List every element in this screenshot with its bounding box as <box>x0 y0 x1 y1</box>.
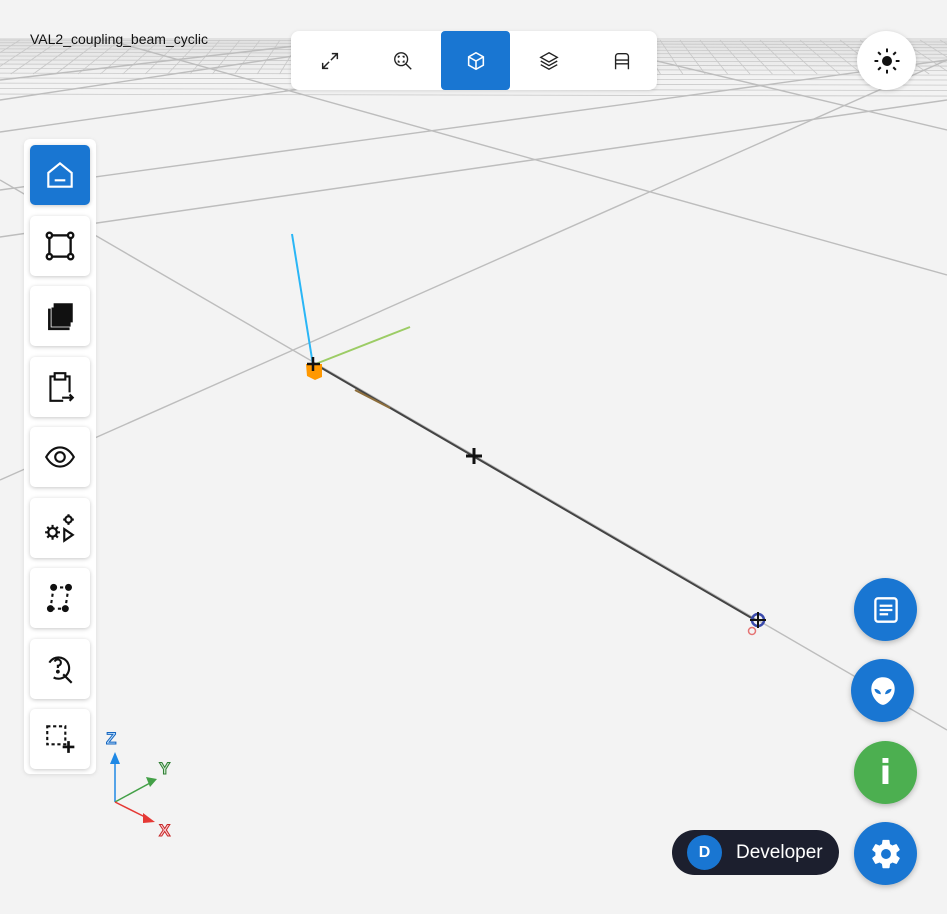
ground-grid <box>0 37 947 731</box>
query-search-icon <box>48 656 73 684</box>
visibility-button[interactable] <box>30 427 90 487</box>
mid-node-marker <box>466 448 482 464</box>
left-toolbar <box>24 139 96 774</box>
local-y-axis <box>312 326 411 366</box>
mesh-nodes-button[interactable] <box>30 568 90 628</box>
expand-icon <box>321 52 338 69</box>
3d-view-button[interactable] <box>441 31 510 90</box>
theme-toggle-button[interactable] <box>857 31 916 90</box>
select-add-icon <box>46 725 75 753</box>
gears-run-icon <box>45 514 75 543</box>
select-add-button[interactable] <box>30 709 90 769</box>
alien-icon <box>870 676 895 705</box>
query-button[interactable] <box>30 639 90 699</box>
user-chip[interactable]: D Developer <box>672 830 839 875</box>
collection-button[interactable] <box>30 286 90 346</box>
avatar: D <box>687 835 722 870</box>
beam-element-hint <box>354 389 391 409</box>
axis-triad: Z Y X <box>106 729 172 841</box>
settings-button[interactable] <box>854 822 917 885</box>
fullscreen-button[interactable] <box>295 31 364 90</box>
collection-icon <box>48 303 73 331</box>
section-icon <box>614 52 629 69</box>
axis-z-label: Z <box>106 729 116 748</box>
notes-button[interactable] <box>854 578 917 641</box>
top-toolbar <box>291 31 657 90</box>
geometry-frame-icon <box>45 231 75 261</box>
axis-y-label: Y <box>159 759 171 778</box>
analysis-run-button[interactable] <box>30 498 90 558</box>
model-title: VAL2_coupling_beam_cyclic <box>30 31 208 47</box>
home-icon <box>47 161 73 188</box>
user-name: Developer <box>736 841 823 863</box>
home-button[interactable] <box>30 145 90 205</box>
clipboard-export-icon <box>49 372 75 402</box>
layers-icon <box>538 51 559 70</box>
node-2-marker <box>747 612 766 636</box>
sun-icon <box>874 48 899 73</box>
info-button[interactable]: i <box>854 741 917 804</box>
alien-assistant-button[interactable] <box>851 659 914 722</box>
section-view-button[interactable] <box>587 31 656 90</box>
info-icon: i <box>879 752 892 793</box>
layers-button[interactable] <box>514 31 583 90</box>
3d-viewport[interactable]: VAL2_coupling_beam_cyclic Z Y X i D Deve… <box>0 0 947 914</box>
notes-icon <box>873 596 898 623</box>
settings-icon <box>871 839 900 868</box>
eye-icon <box>44 446 76 468</box>
axis-x-label: X <box>159 821 171 840</box>
mesh-nodes-icon <box>46 583 73 613</box>
clipboard-export-button[interactable] <box>30 357 90 417</box>
zoom-fit-button[interactable] <box>368 31 437 90</box>
zoom-fit-icon <box>393 51 412 70</box>
cube-3d-icon <box>467 51 484 70</box>
geometry-button[interactable] <box>30 216 90 276</box>
